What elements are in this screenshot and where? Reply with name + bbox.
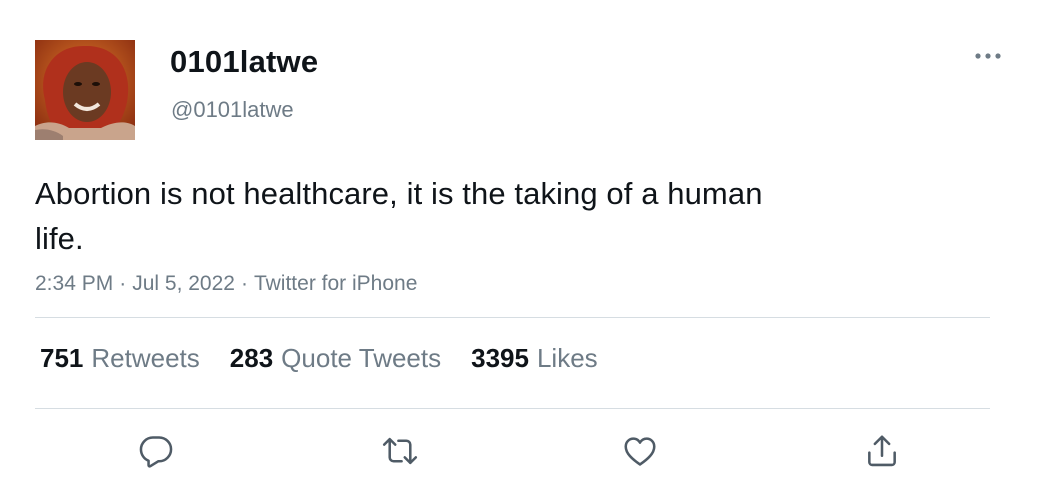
tweet-source[interactable]: Twitter for iPhone <box>254 272 417 295</box>
likes-count: 3395 <box>471 343 529 373</box>
tweet-date[interactable]: Jul 5, 2022 <box>132 272 235 295</box>
more-icon <box>975 53 1001 59</box>
more-options-button[interactable] <box>968 40 1008 72</box>
tweet-text: Abortion is not healthcare, it is the ta… <box>35 176 763 256</box>
tweet-meta: 2:34 PM · Jul 5, 2022 · Twitter for iPhone <box>35 272 417 296</box>
meta-separator: · <box>119 272 127 295</box>
retweet-icon <box>382 437 418 465</box>
quote-tweets-count: 283 <box>229 343 274 373</box>
user-handle[interactable]: @0101latwe <box>171 97 294 123</box>
like-button[interactable] <box>620 431 660 471</box>
tweet-stats: 751 Retweets 283 Quote Tweets 3395 Likes <box>40 343 598 374</box>
divider <box>35 317 990 318</box>
like-icon <box>624 437 656 466</box>
likes-stat[interactable]: 3395 Likes <box>471 343 598 374</box>
tweet-card: 0101latwe @0101latwe Abortion is not hea… <box>0 0 1050 480</box>
tweet-time[interactable]: 2:34 PM <box>35 272 113 295</box>
reply-button[interactable] <box>136 431 176 471</box>
likes-label: Likes <box>536 343 598 373</box>
share-icon <box>868 435 896 467</box>
retweets-stat[interactable]: 751 Retweets <box>40 343 200 374</box>
avatar-photo-icon <box>35 40 135 140</box>
retweet-button[interactable] <box>380 431 420 471</box>
quote-tweets-stat[interactable]: 283 Quote Tweets <box>230 343 441 374</box>
divider <box>35 408 990 409</box>
meta-separator: · <box>240 272 248 295</box>
retweets-label: Retweets <box>91 343 200 373</box>
display-name[interactable]: 0101latwe <box>170 44 318 80</box>
retweets-count: 751 <box>40 343 84 373</box>
share-button[interactable] <box>862 431 902 471</box>
avatar[interactable] <box>35 40 135 140</box>
reply-icon <box>139 436 173 468</box>
quote-tweets-label: Quote Tweets <box>281 343 442 373</box>
